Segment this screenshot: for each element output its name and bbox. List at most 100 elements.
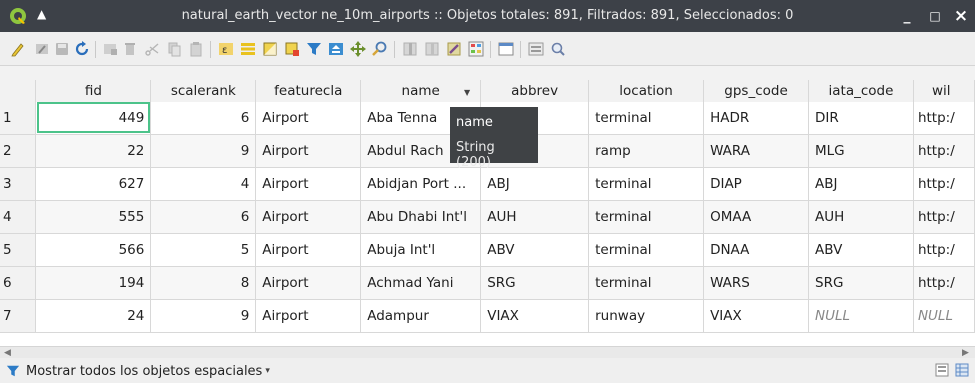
search-icon[interactable]	[550, 41, 566, 57]
cell-abbrev[interactable]: VIAX	[480, 299, 590, 333]
table-row[interactable]: 4 555 6 Airport Abu Dhabi Int'l AUH terminal OM…	[0, 200, 975, 234]
cell-scalerank[interactable]: 6	[150, 200, 257, 234]
row-number[interactable]: 4	[0, 200, 37, 234]
cell-name[interactable]: Achmad Yani	[360, 266, 482, 300]
cell-wil[interactable]: http:/	[913, 167, 975, 201]
table-view-icon[interactable]	[955, 363, 969, 377]
cell-name[interactable]: Abu Dhabi Int'l	[360, 200, 482, 234]
cell-fid[interactable]: 24	[35, 299, 152, 333]
cell-featurecla[interactable]: Airport	[255, 134, 362, 168]
cell-location[interactable]: terminal	[588, 233, 705, 267]
cell-gps-code[interactable]: DNAA	[703, 233, 809, 267]
maximize-button[interactable]: □	[925, 6, 945, 26]
cell-scalerank[interactable]: 9	[150, 134, 257, 168]
cell-location[interactable]: terminal	[588, 266, 705, 300]
filter-icon[interactable]	[306, 41, 322, 57]
delete-field-icon[interactable]	[424, 41, 440, 57]
table-row[interactable]: 6 194 8 Airport Achmad Yani SRG terminal WARS SR…	[0, 266, 975, 300]
cell-location[interactable]: runway	[588, 299, 705, 333]
move-selection-top-icon[interactable]	[328, 41, 344, 57]
cell-name[interactable]: Abidjan Port ...	[360, 167, 482, 201]
cell-featurecla[interactable]: Airport	[255, 167, 362, 201]
cell-abbrev[interactable]: SRG	[480, 266, 590, 300]
cell-featurecla[interactable]: Airport	[255, 299, 362, 333]
corner-header[interactable]	[0, 80, 37, 102]
new-field-icon[interactable]	[402, 41, 418, 57]
row-number[interactable]: 6	[0, 266, 37, 300]
cell-iata-code[interactable]: AUH	[808, 200, 914, 234]
expression-select-icon[interactable]: ε	[218, 41, 234, 57]
cell-iata-code[interactable]: ABJ	[808, 167, 914, 201]
cell-location[interactable]: terminal	[588, 200, 705, 234]
cell-abbrev[interactable]: ABJ	[480, 167, 590, 201]
cell-fid[interactable]: 449	[35, 101, 152, 135]
paste-icon[interactable]	[188, 41, 204, 57]
actions-icon[interactable]	[528, 41, 544, 57]
select-all-icon[interactable]	[240, 41, 256, 57]
cut-icon[interactable]	[144, 41, 160, 57]
cell-abbrev[interactable]: AUH	[480, 200, 590, 234]
cell-fid[interactable]: 627	[35, 167, 152, 201]
cell-fid[interactable]: 22	[35, 134, 152, 168]
cell-featurecla[interactable]: Airport	[255, 266, 362, 300]
column-header-scalerank[interactable]: scalerank	[150, 80, 257, 102]
row-number[interactable]: 7	[0, 299, 37, 333]
cell-gps-code[interactable]: OMAA	[703, 200, 809, 234]
column-header-fid[interactable]: fid	[35, 80, 152, 102]
column-header-gps-code[interactable]: gps_code	[703, 80, 809, 102]
cell-iata-code[interactable]: SRG	[808, 266, 914, 300]
scroll-left-icon[interactable]: ◀	[4, 348, 11, 358]
cell-featurecla[interactable]: Airport	[255, 233, 362, 267]
add-feature-icon[interactable]	[102, 41, 118, 57]
cell-featurecla[interactable]: Airport	[255, 101, 362, 135]
cell-gps-code[interactable]: VIAX	[703, 299, 809, 333]
cell-name[interactable]: Adampur	[360, 299, 482, 333]
cell-gps-code[interactable]: WARS	[703, 266, 809, 300]
delete-feature-icon[interactable]	[122, 41, 138, 57]
cell-wil[interactable]: http:/	[913, 101, 975, 135]
column-header-location[interactable]: location	[588, 80, 705, 102]
minimize-button[interactable]: _	[897, 6, 917, 26]
row-number[interactable]: 3	[0, 167, 37, 201]
cell-wil[interactable]: http:/	[913, 200, 975, 234]
cell-iata-code[interactable]: DIR	[808, 101, 914, 135]
table-row[interactable]: 7 24 9 Airport Adampur VIAX runway VIAX NULL NULL	[0, 299, 975, 333]
conditional-format-icon[interactable]	[468, 41, 484, 57]
deselect-all-icon[interactable]	[284, 41, 300, 57]
cell-fid[interactable]: 555	[35, 200, 152, 234]
row-number[interactable]: 5	[0, 233, 37, 267]
cell-wil[interactable]: NULL	[913, 299, 975, 333]
cell-wil[interactable]: http:/	[913, 134, 975, 168]
column-header-iata-code[interactable]: iata_code	[808, 80, 914, 102]
copy-icon[interactable]	[166, 41, 182, 57]
dock-icon[interactable]	[498, 41, 514, 57]
cell-wil[interactable]: http:/	[913, 266, 975, 300]
row-number[interactable]: 1	[0, 101, 37, 135]
cell-name[interactable]: Abuja Int'l	[360, 233, 482, 267]
column-header-abbrev[interactable]: abbrev	[480, 80, 590, 102]
cell-iata-code[interactable]: MLG	[808, 134, 914, 168]
save-edits-icon[interactable]	[54, 41, 70, 57]
toggle-multiedit-icon[interactable]	[34, 41, 50, 57]
scroll-right-icon[interactable]: ▶	[962, 348, 969, 358]
cell-iata-code[interactable]: NULL	[808, 299, 914, 333]
cell-location[interactable]: terminal	[588, 167, 705, 201]
invert-selection-icon[interactable]	[262, 41, 278, 57]
zoom-to-selected-icon[interactable]	[372, 41, 388, 57]
table-row[interactable]: 5 566 5 Airport Abuja Int'l ABV terminal DNAA AB…	[0, 233, 975, 267]
feature-filter-button[interactable]: Mostrar todos los objetos espaciales ▾	[6, 361, 270, 381]
close-button[interactable]: ×	[951, 6, 971, 26]
cell-abbrev[interactable]: ABV	[480, 233, 590, 267]
cell-gps-code[interactable]: WARA	[703, 134, 809, 168]
cell-scalerank[interactable]: 6	[150, 101, 257, 135]
cell-scalerank[interactable]: 4	[150, 167, 257, 201]
cell-scalerank[interactable]: 8	[150, 266, 257, 300]
form-view-icon[interactable]	[935, 363, 949, 377]
cell-iata-code[interactable]: ABV	[808, 233, 914, 267]
pan-to-selected-icon[interactable]	[350, 41, 366, 57]
cell-featurecla[interactable]: Airport	[255, 200, 362, 234]
column-header-wil[interactable]: wil	[913, 80, 975, 102]
column-header-featurecla[interactable]: featurecla	[255, 80, 362, 102]
reload-icon[interactable]	[74, 41, 90, 57]
cell-fid[interactable]: 194	[35, 266, 152, 300]
